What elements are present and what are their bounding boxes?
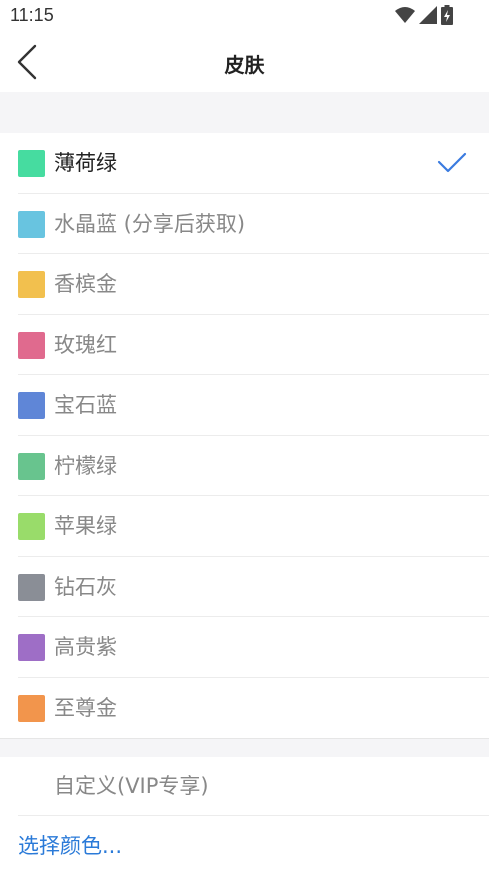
skin-label: 水晶蓝 (分享后获取) xyxy=(54,211,246,236)
custom-skin-option[interactable]: 自定义(VIP专享) xyxy=(0,756,489,816)
status-bar: 11:15 xyxy=(0,0,489,32)
skin-label: 苹果绿 xyxy=(54,514,117,538)
skin-label: 宝石蓝 xyxy=(54,393,117,417)
skin-option-rose-red[interactable]: 玫瑰红 xyxy=(0,315,489,375)
skin-option-mint-green[interactable]: 薄荷绿 xyxy=(0,133,489,194)
color-swatch xyxy=(18,392,45,419)
app-bar: 皮肤 xyxy=(0,32,489,92)
color-swatch xyxy=(18,331,45,359)
color-swatch xyxy=(18,210,45,238)
skin-label: 香槟金 xyxy=(54,272,117,296)
color-swatch xyxy=(18,452,45,480)
skin-label: 柠檬绿 xyxy=(54,453,117,478)
battery-charging-icon xyxy=(441,5,453,25)
section-separator xyxy=(0,738,489,757)
skin-option-diamond-gray[interactable]: 钻石灰 xyxy=(0,557,489,617)
skin-label: 钻石灰 xyxy=(54,574,117,599)
skin-option-lemon-green[interactable]: 柠檬绿 xyxy=(0,436,489,496)
color-swatch xyxy=(18,573,45,601)
color-swatch xyxy=(18,150,45,177)
skin-option-sapphire-blue[interactable]: 宝石蓝 xyxy=(0,375,489,436)
checkmark-icon xyxy=(437,152,467,173)
section-separator xyxy=(0,92,489,133)
skin-option-apple-green[interactable]: 苹果绿 xyxy=(0,496,489,557)
color-swatch xyxy=(18,694,45,722)
color-swatch xyxy=(18,513,45,540)
divider xyxy=(18,815,489,816)
page-title: 皮肤 xyxy=(224,53,265,77)
choose-color-link[interactable]: 选择颜色... xyxy=(18,830,122,860)
custom-skin-label: 自定义(VIP专享) xyxy=(54,774,209,798)
skin-option-supreme-gold[interactable]: 至尊金 xyxy=(0,678,489,739)
skin-label: 玫瑰红 xyxy=(54,332,117,357)
skin-label: 高贵紫 xyxy=(54,635,117,659)
status-icons xyxy=(395,5,453,25)
color-swatch xyxy=(18,634,45,661)
skin-label: 至尊金 xyxy=(54,695,117,720)
skin-option-noble-purple[interactable]: 高贵紫 xyxy=(0,617,489,678)
color-swatch xyxy=(18,271,45,298)
skin-label: 薄荷绿 xyxy=(54,151,117,175)
signal-icon xyxy=(419,6,437,24)
skin-list: 薄荷绿 水晶蓝 (分享后获取) 香槟金 玫瑰红 宝石蓝 柠檬绿 苹果绿 钻石灰 xyxy=(0,133,489,738)
wifi-icon xyxy=(395,7,415,23)
status-time: 11:15 xyxy=(10,5,54,25)
skin-option-crystal-blue[interactable]: 水晶蓝 (分享后获取) xyxy=(0,194,489,254)
skin-option-champagne-gold[interactable]: 香槟金 xyxy=(0,254,489,315)
